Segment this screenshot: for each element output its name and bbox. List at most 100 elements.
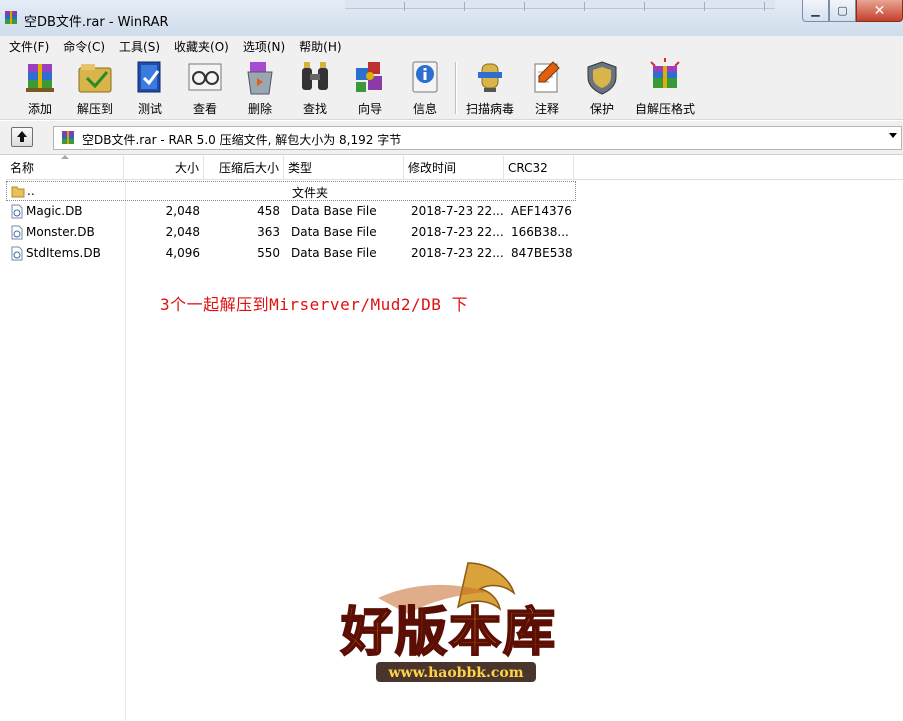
file-name: .. — [27, 184, 35, 198]
toolbar-delete-label: 删除 — [247, 102, 272, 116]
delete-icon — [247, 62, 273, 95]
winrar-window: 空DB文件.rar - WinRAR ▁ ▢ ✕ 文件(F) 命令(C) 工具(… — [0, 0, 903, 721]
protect-icon — [587, 61, 617, 95]
file-packed-size: 550 — [257, 246, 280, 260]
file-type: 文件夹 — [292, 186, 329, 200]
test-icon — [137, 61, 161, 93]
toolbar-virus-scan-label: 扫描病毒 — [465, 102, 514, 116]
menu-bar: 文件(F) 命令(C) 工具(S) 收藏夹(O) 选项(N) 帮助(H) — [0, 36, 903, 56]
menu-favorites[interactable]: 收藏夹(O) — [167, 38, 236, 55]
file-modified: 2018-7-23 22... — [411, 204, 504, 218]
toolbar-protect-button[interactable]: 保护 — [574, 58, 630, 118]
toolbar-find-label: 查找 — [302, 102, 327, 116]
table-row[interactable]: Magic.DB 2,048 458 Data Base File 2018-7… — [6, 202, 576, 222]
toolbar-extract-to-button[interactable]: 解压到 — [67, 58, 123, 118]
toolbar-info-label: 信息 — [412, 102, 437, 116]
db-file-icon — [11, 225, 23, 240]
file-type: Data Base File — [291, 204, 377, 218]
maximize-button[interactable]: ▢ — [829, 0, 856, 22]
up-arrow-icon — [17, 131, 27, 142]
chevron-down-icon[interactable] — [889, 133, 897, 138]
menu-options[interactable]: 选项(N) — [236, 38, 292, 55]
toolbar-view-button[interactable]: 查看 — [177, 58, 233, 118]
toolbar-info-button[interactable]: 信息 — [397, 58, 453, 118]
toolbar-add-label: 添加 — [27, 102, 52, 116]
toolbar-comment-button[interactable]: 注释 — [519, 58, 575, 118]
toolbar: 添加 解压到 测试 查看 删除 查找 向导 信息 扫描病毒 注释 保护 自解压格… — [0, 56, 903, 120]
file-modified: 2018-7-23 22... — [411, 246, 504, 260]
archive-path-field[interactable]: 空DB文件.rar - RAR 5.0 压缩文件, 解包大小为 8,192 字节 — [53, 126, 902, 150]
extract-to-icon — [78, 64, 112, 93]
close-button[interactable]: ✕ — [856, 0, 903, 22]
file-crc32: 847BE538 — [511, 246, 573, 260]
title-bar[interactable]: 空DB文件.rar - WinRAR ▁ ▢ ✕ — [0, 0, 903, 36]
extract-instruction-note: 3个一起解压到Mirserver/Mud2/DB 下 — [160, 295, 469, 314]
add-icon — [26, 64, 54, 92]
toolbar-sfx-button[interactable]: 自解压格式 — [632, 58, 698, 118]
db-file-icon — [11, 204, 23, 219]
toolbar-separator — [455, 62, 457, 114]
archive-path-text: 空DB文件.rar - RAR 5.0 压缩文件, 解包大小为 8,192 字节 — [82, 133, 402, 147]
file-crc32: AEF14376 — [511, 204, 572, 218]
close-icon: ✕ — [873, 2, 886, 19]
toolbar-comment-label: 注释 — [534, 102, 559, 116]
file-packed-size: 363 — [257, 225, 280, 239]
column-name[interactable]: 名称 — [6, 155, 124, 180]
toolbar-protect-label: 保护 — [589, 102, 614, 116]
file-type: Data Base File — [291, 225, 377, 239]
toolbar-test-label: 测试 — [137, 102, 162, 116]
menu-help[interactable]: 帮助(H) — [292, 38, 348, 55]
sfx-icon — [650, 58, 680, 88]
menu-tools[interactable]: 工具(S) — [112, 38, 167, 55]
folder-icon — [11, 186, 25, 198]
toolbar-wizard-label: 向导 — [357, 102, 382, 116]
file-packed-size: 458 — [257, 204, 280, 218]
menu-commands[interactable]: 命令(C) — [56, 38, 112, 55]
file-size: 4,096 — [165, 246, 200, 260]
toolbar-extract-to-label: 解压到 — [76, 102, 113, 116]
file-modified: 2018-7-23 22... — [411, 225, 504, 239]
db-file-icon — [11, 246, 23, 261]
up-folder-button[interactable] — [11, 127, 33, 147]
table-row[interactable]: Monster.DB 2,048 363 Data Base File 2018… — [6, 223, 576, 243]
maximize-icon: ▢ — [837, 4, 848, 17]
file-name: Monster.DB — [26, 225, 95, 239]
file-size: 2,048 — [165, 204, 200, 218]
column-crc32[interactable]: CRC32 — [504, 156, 574, 180]
toolbar-wizard-button[interactable]: 向导 — [342, 58, 398, 118]
winrar-app-icon — [5, 11, 17, 24]
view-icon — [188, 63, 222, 91]
column-size[interactable]: 大小 — [124, 156, 204, 180]
table-row[interactable]: StdItems.DB 4,096 550 Data Base File 201… — [6, 244, 576, 264]
info-icon — [412, 61, 438, 93]
toolbar-delete-button[interactable]: 删除 — [232, 58, 288, 118]
toolbar-sfx-label: 自解压格式 — [634, 102, 695, 116]
file-size: 2,048 — [165, 225, 200, 239]
watermark-url: www.haobbk.com — [387, 665, 523, 681]
find-icon — [302, 62, 328, 90]
archive-icon — [62, 131, 74, 144]
sort-ascending-icon — [61, 155, 69, 159]
menu-file[interactable]: 文件(F) — [2, 38, 56, 55]
address-row: 空DB文件.rar - RAR 5.0 压缩文件, 解包大小为 8,192 字节 — [0, 121, 903, 155]
haobbk-watermark-logo: 好版本库 www.haobbk.com — [339, 562, 557, 682]
watermark-title: 好版本库 — [340, 602, 557, 663]
minimize-button[interactable]: ▁ — [802, 0, 829, 22]
toolbar-virus-scan-button[interactable]: 扫描病毒 — [462, 58, 518, 118]
minimize-icon: ▁ — [811, 4, 820, 17]
file-type: Data Base File — [291, 246, 377, 260]
file-name: Magic.DB — [26, 204, 83, 218]
column-header: 名称 大小 压缩后大小 类型 修改时间 CRC32 — [6, 155, 903, 180]
column-modified[interactable]: 修改时间 — [404, 156, 504, 180]
table-row-parent-folder[interactable]: .. 文件夹 — [6, 181, 576, 201]
file-name: StdItems.DB — [26, 246, 101, 260]
toolbar-test-button[interactable]: 测试 — [122, 58, 178, 118]
column-type[interactable]: 类型 — [284, 156, 404, 180]
file-crc32: 166B38... — [511, 225, 569, 239]
virus-scan-icon — [478, 63, 502, 92]
toolbar-view-label: 查看 — [192, 102, 217, 116]
toolbar-add-button[interactable]: 添加 — [12, 58, 68, 118]
toolbar-find-button[interactable]: 查找 — [287, 58, 343, 118]
background-window-strip — [345, 0, 775, 11]
column-packed-size[interactable]: 压缩后大小 — [204, 156, 284, 180]
